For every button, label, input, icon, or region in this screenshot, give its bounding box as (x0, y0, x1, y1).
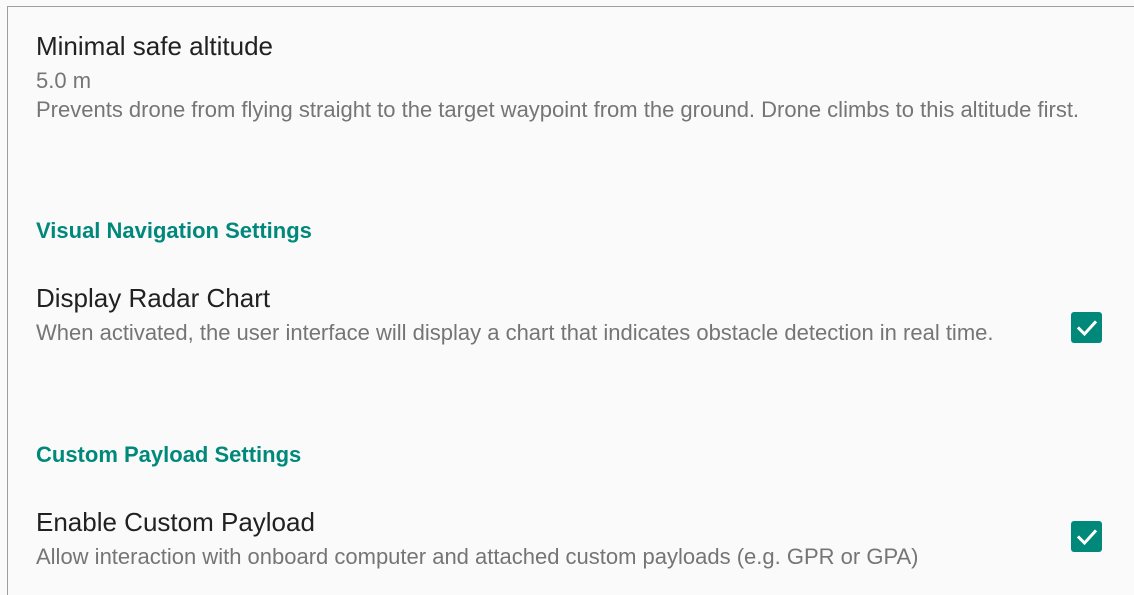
pref-value: 5.0 m (36, 68, 92, 93)
pref-title: Enable Custom Payload (36, 507, 315, 537)
pref-display-radar-chart[interactable]: Display Radar Chart When activated, the … (36, 282, 1026, 347)
pref-title: Minimal safe altitude (36, 31, 273, 61)
pref-summary: When activated, the user interface will … (36, 320, 994, 345)
pref-minimal-safe-altitude[interactable]: Minimal safe altitude 5.0 m Prevents dro… (36, 30, 1096, 124)
category-visual-navigation: Visual Navigation Settings (36, 218, 312, 243)
check-icon (1076, 319, 1097, 336)
pref-enable-custom-payload[interactable]: Enable Custom Payload Allow interaction … (36, 506, 1046, 571)
custom-payload-checkbox[interactable] (1071, 521, 1102, 552)
radar-chart-checkbox[interactable] (1071, 312, 1102, 343)
pref-summary: Prevents drone from flying straight to t… (36, 97, 1080, 122)
check-icon (1076, 528, 1097, 545)
pref-summary: Allow interaction with onboard computer … (36, 544, 919, 569)
category-custom-payload: Custom Payload Settings (36, 442, 302, 467)
pref-title: Display Radar Chart (36, 283, 271, 313)
